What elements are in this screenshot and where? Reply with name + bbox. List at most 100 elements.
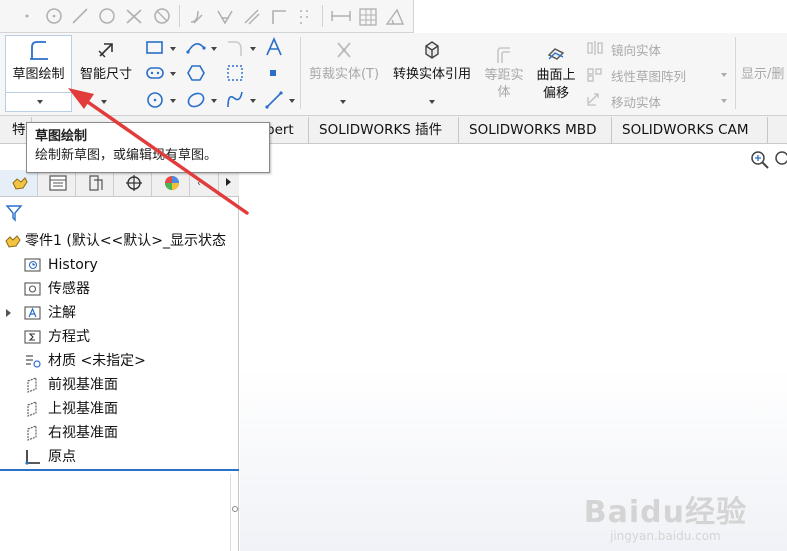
zoom-area-icon[interactable] bbox=[774, 150, 787, 170]
ellipse-icon[interactable] bbox=[186, 90, 206, 110]
arc-dropdown-icon[interactable] bbox=[211, 47, 217, 51]
scroll-left-icon[interactable]: ‹ bbox=[197, 178, 201, 189]
move-icon[interactable] bbox=[585, 91, 605, 107]
zoom-to-fit-icon[interactable] bbox=[750, 150, 770, 170]
tab-solidworks-mbd[interactable]: SOLIDWORKS MBD bbox=[459, 117, 612, 143]
grid-icon[interactable] bbox=[358, 7, 378, 27]
linear-pattern-label[interactable]: 线性草图阵列 bbox=[611, 66, 686, 85]
tree-root-part[interactable]: 零件1 (默认<<默认>_显示状态 bbox=[0, 230, 239, 252]
tab-solidworks-cam[interactable]: SOLIDWORKS CAM bbox=[612, 117, 768, 143]
tree-item-front-plane[interactable]: 前视基准面 bbox=[0, 374, 239, 396]
line-icon[interactable] bbox=[70, 7, 90, 27]
trim-dropdown-icon[interactable] bbox=[340, 100, 346, 104]
offset-entities-label-1: 等距实 bbox=[484, 68, 524, 83]
offset-lines-icon[interactable] bbox=[242, 7, 262, 27]
fillet-icon[interactable] bbox=[188, 7, 208, 27]
configuration-manager-tab[interactable] bbox=[76, 170, 114, 196]
smart-dimension-dropdown-icon[interactable] bbox=[101, 100, 107, 104]
dot-icon[interactable] bbox=[22, 7, 32, 23]
pattern-dropdown-icon[interactable] bbox=[721, 73, 727, 77]
extend-icon[interactable] bbox=[215, 7, 235, 27]
smart-dimension-icon bbox=[98, 43, 113, 58]
angle-icon[interactable] bbox=[385, 7, 405, 27]
rectangle-dropdown-icon[interactable] bbox=[170, 47, 176, 51]
move-dropdown-icon[interactable] bbox=[721, 99, 727, 103]
origin-icon bbox=[25, 450, 40, 465]
tree-item-origin[interactable]: 原点 bbox=[0, 446, 239, 468]
watermark-url: jingyan.baidu.com bbox=[610, 529, 721, 543]
plane-icon bbox=[27, 401, 37, 417]
property-manager-tab[interactable] bbox=[38, 170, 76, 196]
spline-icon[interactable] bbox=[225, 90, 245, 110]
grid-dots-icon[interactable] bbox=[296, 7, 316, 27]
convert-entities-icon bbox=[425, 41, 439, 59]
tree-item-right-plane[interactable]: 右视基准面 bbox=[0, 422, 239, 444]
tree-item-history[interactable]: History bbox=[0, 254, 239, 276]
tree-item-sensors[interactable]: 传感器 bbox=[0, 278, 239, 300]
tree-item-annotations[interactable]: 注解 bbox=[0, 302, 239, 324]
expand-arrow-icon[interactable] bbox=[6, 309, 11, 317]
circle-cross-icon[interactable] bbox=[152, 7, 172, 27]
sketch-icon bbox=[29, 41, 48, 60]
construction-rect-icon[interactable] bbox=[225, 63, 245, 83]
mirror-icon[interactable] bbox=[585, 40, 605, 56]
trim-icon[interactable] bbox=[124, 7, 144, 27]
text-icon[interactable] bbox=[264, 37, 284, 57]
rectangle-icon[interactable] bbox=[145, 39, 165, 57]
circle-dropdown-icon[interactable] bbox=[170, 99, 176, 103]
tree-item-material[interactable]: 材质 <未指定> bbox=[0, 350, 239, 372]
tooltip-title: 草图绘制 bbox=[35, 129, 88, 144]
circle-tool-icon[interactable] bbox=[145, 90, 165, 110]
circle-icon[interactable] bbox=[44, 7, 64, 27]
horizontal-dim-icon[interactable] bbox=[330, 7, 352, 27]
offset-on-surface-label-2: 偏移 bbox=[542, 86, 569, 101]
offset-entities-icon bbox=[497, 47, 510, 63]
trim-entities-button[interactable]: 剪裁实体(T) bbox=[304, 39, 384, 82]
convert-entities-button[interactable]: 转换实体引用 bbox=[386, 39, 478, 82]
feature-tree-tab[interactable] bbox=[0, 170, 38, 196]
smart-dimension-label: 智能尺寸 bbox=[79, 67, 132, 82]
corner-icon[interactable] bbox=[269, 7, 289, 27]
show-delete-relations-label[interactable]: 显示/删 bbox=[741, 63, 784, 82]
offset-on-surface-button[interactable]: 曲面上 偏移 bbox=[531, 45, 581, 103]
smart-dimension-button[interactable]: 智能尺寸 bbox=[75, 39, 137, 82]
scroll-right-button[interactable] bbox=[218, 170, 239, 196]
line-dropdown-icon[interactable] bbox=[289, 99, 295, 103]
tree-item-label: 注解 bbox=[48, 305, 76, 321]
arc-icon[interactable] bbox=[185, 38, 207, 56]
slot-icon[interactable] bbox=[145, 65, 165, 81]
panel-scrollbar[interactable] bbox=[230, 474, 238, 551]
offset-entities-button[interactable]: 等距实 体 bbox=[480, 45, 528, 101]
linear-pattern-icon[interactable] bbox=[585, 66, 605, 82]
sketch-button[interactable]: 草图绘制 bbox=[5, 39, 72, 82]
line-tool-icon[interactable] bbox=[264, 90, 284, 110]
ellipse-dropdown-icon[interactable] bbox=[211, 99, 217, 103]
annotation-icon bbox=[24, 306, 41, 320]
tree-bottom-divider bbox=[0, 469, 239, 471]
display-manager-tab[interactable] bbox=[152, 170, 190, 196]
sketch-dropdown[interactable] bbox=[5, 93, 72, 112]
offset-on-surface-icon bbox=[547, 48, 565, 60]
sketch-quick-toolbar bbox=[0, 0, 414, 33]
move-entities-label[interactable]: 移动实体 bbox=[611, 92, 661, 111]
point-icon[interactable] bbox=[266, 66, 280, 80]
mirror-entities-label[interactable]: 镜向实体 bbox=[611, 40, 661, 59]
tree-item-label: 右视基准面 bbox=[48, 425, 118, 441]
tree-item-equations[interactable]: 方程式 bbox=[0, 326, 239, 348]
graphics-area[interactable]: Baidu经验 jingyan.baidu.com bbox=[240, 144, 787, 551]
convert-entities-label: 转换实体引用 bbox=[392, 67, 471, 82]
tree-item-top-plane[interactable]: 上视基准面 bbox=[0, 398, 239, 420]
fillet-dropdown-icon[interactable] bbox=[250, 47, 256, 51]
separator bbox=[300, 37, 301, 109]
filter-icon[interactable] bbox=[5, 204, 23, 222]
polygon-icon[interactable] bbox=[186, 63, 206, 83]
tab-solidworks-addins[interactable]: SOLIDWORKS 插件 bbox=[309, 117, 459, 143]
convert-dropdown-icon[interactable] bbox=[429, 100, 435, 104]
spline-dropdown-icon[interactable] bbox=[250, 99, 256, 103]
circle-outline-icon[interactable] bbox=[97, 7, 117, 27]
slot-dropdown-icon[interactable] bbox=[170, 72, 176, 76]
fillet-tool-icon[interactable] bbox=[225, 39, 245, 57]
chevron-right-icon bbox=[226, 178, 231, 186]
dimxpert-tab[interactable] bbox=[114, 170, 152, 196]
tree-root-label: 零件1 (默认<<默认>_显示状态 bbox=[25, 233, 227, 249]
